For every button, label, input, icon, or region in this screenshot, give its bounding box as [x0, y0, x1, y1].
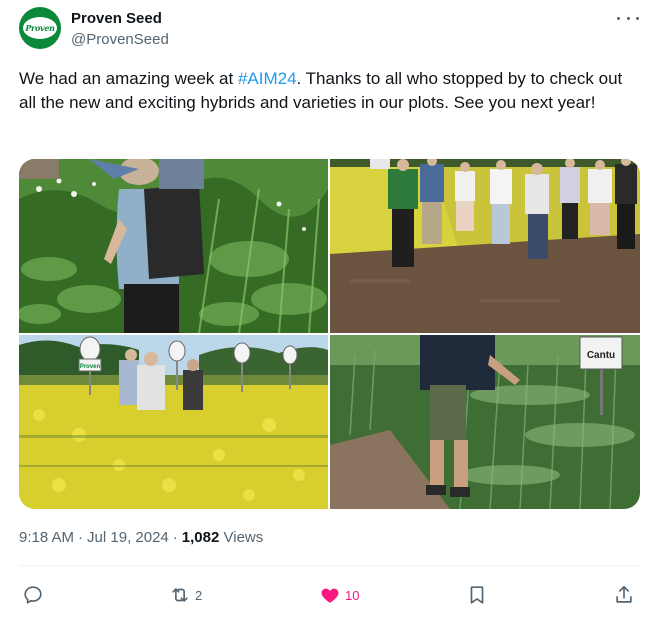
- tweet-time[interactable]: 9:18 AM: [19, 529, 74, 546]
- account-name[interactable]: Proven Seed: [71, 10, 162, 27]
- views-count: 1,082: [181, 529, 220, 546]
- like-button[interactable]: 10: [319, 580, 359, 610]
- heart-icon: [321, 588, 339, 603]
- proven-seed-logo: Proven: [23, 17, 57, 39]
- avatar[interactable]: Proven: [19, 7, 61, 49]
- photo-4[interactable]: Cantu: [330, 335, 640, 509]
- reply-button[interactable]: [22, 580, 44, 610]
- share-button[interactable]: [613, 580, 635, 610]
- cantu-sign-label: Cantu: [587, 350, 615, 361]
- photo-3[interactable]: Proven: [19, 335, 328, 509]
- bookmark-button[interactable]: [466, 580, 488, 610]
- tweet-meta: 9:18 AM · Jul 19, 2024 · 1,082 Views: [19, 529, 264, 546]
- photo-1[interactable]: [19, 159, 328, 333]
- tweet-text: We had an amazing week at #AIM24. Thanks…: [19, 69, 623, 112]
- like-count: 10: [345, 587, 360, 603]
- share-icon: [616, 585, 632, 603]
- action-bar: 2 10: [19, 580, 640, 610]
- retweet-icon: [172, 588, 188, 602]
- reply-icon: [24, 586, 42, 604]
- retweet-count: 2: [195, 587, 203, 603]
- views-label: Views: [223, 529, 264, 546]
- media-grid: Proven Cantu: [19, 159, 640, 509]
- retweet-button[interactable]: 2: [169, 580, 202, 610]
- more-options-icon[interactable]: [617, 9, 639, 27]
- account-handle[interactable]: @ProvenSeed: [71, 31, 169, 48]
- photo-2[interactable]: [330, 159, 640, 333]
- tweet-header: Proven Proven Seed @ProvenSeed: [19, 7, 639, 51]
- hashtag-link[interactable]: #AIM24: [238, 69, 297, 88]
- divider: [19, 565, 640, 566]
- tweet-date[interactable]: Jul 19, 2024: [87, 529, 169, 546]
- bookmark-icon: [470, 586, 484, 604]
- proven-sign-label: Proven: [80, 364, 101, 370]
